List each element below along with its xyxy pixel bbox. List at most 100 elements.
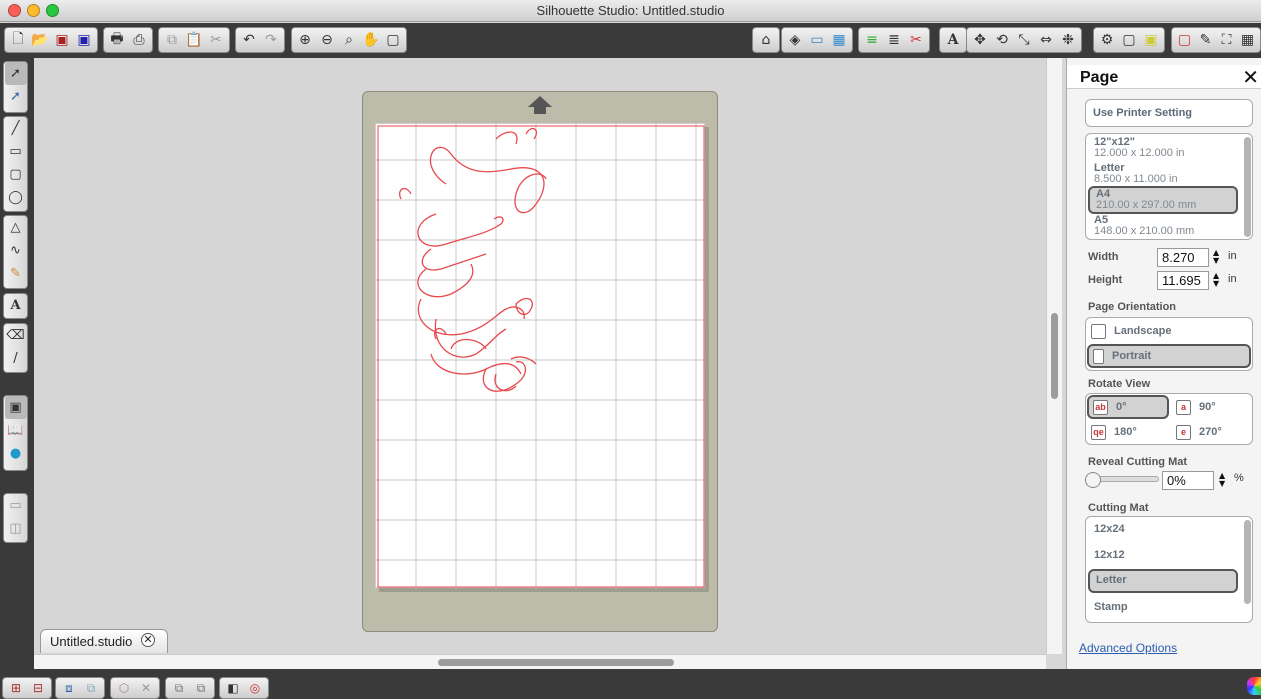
rotate-icon[interactable]: ⟲ xyxy=(991,29,1013,51)
store-icon[interactable]: ⌂ xyxy=(755,29,777,51)
reveal-mat-slider-thumb[interactable] xyxy=(1085,472,1101,488)
zoom-in-icon[interactable]: ⊕ xyxy=(294,29,316,51)
save-icon[interactable]: ▣ xyxy=(51,29,73,51)
text-tool-icon[interactable]: A xyxy=(5,294,27,317)
color-wheel-icon[interactable] xyxy=(1247,677,1261,695)
group-icon[interactable]: ⊞ xyxy=(5,678,27,698)
rotate-90-option[interactable]: a 90° xyxy=(1172,395,1252,419)
ellipse-tool-icon[interactable]: ◯ xyxy=(5,186,27,209)
zoom-out-icon[interactable]: ⊖ xyxy=(316,29,338,51)
close-tab-icon[interactable]: ✕ xyxy=(141,633,155,647)
cutting-mat-item-selected[interactable]: Letter xyxy=(1088,569,1238,593)
select-arrow-icon[interactable]: ➚ xyxy=(4,62,27,85)
flourish-design[interactable] xyxy=(399,127,547,392)
cutting-mat-item[interactable]: 12x12 xyxy=(1088,547,1238,564)
online-store-icon[interactable]: ● xyxy=(5,442,27,465)
page-size-item-selected[interactable]: A4 210.00 x 297.00 mm xyxy=(1088,186,1238,214)
delete-icon[interactable]: ✕ xyxy=(135,678,157,698)
cutting-mat-scrollbar[interactable] xyxy=(1244,520,1251,604)
page-size-item[interactable]: 12"x12" 12.000 x 12.000 in xyxy=(1088,136,1238,160)
cutting-mat-item[interactable]: Stamp xyxy=(1088,599,1238,616)
rectangle-tool-icon[interactable]: ▭ xyxy=(5,140,27,163)
rotate-180-option[interactable]: qe 180° xyxy=(1087,420,1169,444)
save-to-library-icon[interactable]: ▣ xyxy=(73,29,95,51)
landscape-option[interactable]: Landscape xyxy=(1087,319,1251,343)
fill-pattern-icon[interactable]: ▦ xyxy=(828,29,850,51)
text-style-icon[interactable]: A xyxy=(942,29,964,51)
curve-tool-icon[interactable]: ∿ xyxy=(5,239,27,262)
rotate-270-option[interactable]: e 270° xyxy=(1172,420,1252,444)
scale-icon[interactable]: ⤡ xyxy=(1013,29,1035,51)
design-canvas[interactable] xyxy=(34,58,1046,653)
release-compound-icon[interactable]: ⧉ xyxy=(80,678,102,698)
move-icon[interactable]: ✥ xyxy=(969,29,991,51)
width-field[interactable]: 8.270 xyxy=(1157,248,1209,267)
height-field[interactable]: 11.695 xyxy=(1157,271,1209,290)
fullscreen-icon[interactable]: ⛶ xyxy=(1216,29,1237,51)
cut-style-icon[interactable]: ✂ xyxy=(905,29,927,51)
line-tool-icon[interactable]: ╱ xyxy=(5,117,27,140)
bring-to-front-icon[interactable]: ⧉ xyxy=(168,678,190,698)
zoom-select-icon[interactable]: ⌕ xyxy=(338,29,360,51)
line-style-icon[interactable]: ≣ xyxy=(883,29,905,51)
advanced-options-link[interactable]: Advanced Options xyxy=(1079,641,1177,655)
panel-close-icon[interactable]: ✕ xyxy=(1242,65,1259,89)
offset-target-icon[interactable]: ◎ xyxy=(244,678,266,698)
eraser-tool-icon[interactable]: ⌫ xyxy=(5,324,27,347)
minimize-window-button[interactable] xyxy=(27,4,40,17)
line-color-icon[interactable]: ≡ xyxy=(861,29,883,51)
canvas-horizontal-scrollbar[interactable] xyxy=(34,654,1046,669)
fill-color-icon[interactable]: ◈ xyxy=(784,29,806,51)
make-compound-icon[interactable]: ⧈ xyxy=(58,678,80,698)
ungroup-icon[interactable]: ⊟ xyxy=(27,678,49,698)
edit-points-icon[interactable]: ➚ xyxy=(5,85,27,108)
page-size-item[interactable]: A5 148.00 x 210.00 mm xyxy=(1088,214,1238,238)
cutting-mat-item[interactable]: 12x24 xyxy=(1088,521,1238,538)
new-document-icon[interactable]: 🗋 xyxy=(7,29,29,51)
horizontal-scroll-thumb[interactable] xyxy=(438,659,674,666)
page-settings-icon[interactable]: ⚙ xyxy=(1096,29,1118,51)
send-to-back-icon[interactable]: ⧉ xyxy=(190,678,212,698)
design-area-icon[interactable]: ▣ xyxy=(4,396,27,419)
split-view-icon[interactable]: ◫ xyxy=(5,517,27,540)
use-printer-setting-button[interactable]: Use Printer Setting xyxy=(1085,99,1253,127)
paste-icon[interactable]: 📋 xyxy=(183,29,205,51)
canvas-vertical-scrollbar[interactable] xyxy=(1046,58,1062,654)
replicate-icon[interactable]: ❉ xyxy=(1057,29,1079,51)
page-size-list[interactable]: 12"x12" 12.000 x 12.000 in Letter 8.500 x … xyxy=(1085,133,1253,240)
portrait-option-selected[interactable]: Portrait xyxy=(1087,344,1251,368)
width-stepper[interactable]: ▲ ▼ xyxy=(1213,249,1219,265)
page-size-scrollbar[interactable] xyxy=(1244,137,1251,237)
fit-to-page-icon[interactable]: ▢ xyxy=(382,29,404,51)
open-folder-icon[interactable]: 📂 xyxy=(29,29,51,51)
rounded-rectangle-tool-icon[interactable]: ▢ xyxy=(5,163,27,186)
mirror-icon[interactable]: ⇔ xyxy=(1035,29,1057,51)
close-window-button[interactable] xyxy=(8,4,21,17)
copy-icon[interactable]: ⧉ xyxy=(161,29,183,51)
reveal-mat-stepper[interactable]: ▲ ▼ xyxy=(1219,472,1225,488)
cut-icon[interactable]: ✂ xyxy=(205,29,227,51)
fill-gradient-icon[interactable]: ▭ xyxy=(806,29,828,51)
reveal-mat-field[interactable]: 0% xyxy=(1162,471,1214,490)
freehand-tool-icon[interactable]: ✎ xyxy=(5,262,27,285)
send-to-cutter-icon[interactable]: ⎙ xyxy=(128,29,150,51)
offset-icon[interactable]: ▢ xyxy=(1174,29,1195,51)
single-view-icon[interactable]: ▭ xyxy=(5,494,27,517)
zoom-window-button[interactable] xyxy=(46,4,59,17)
undo-icon[interactable]: ↶ xyxy=(238,29,260,51)
weld-icon[interactable]: ⬡ xyxy=(113,678,135,698)
grid-settings-icon[interactable]: ▢ xyxy=(1118,29,1140,51)
document-tab[interactable]: Untitled.studio ✕ xyxy=(40,629,168,653)
library-icon[interactable]: 📖 xyxy=(5,419,27,442)
sketch-icon[interactable]: ✎ xyxy=(1195,29,1216,51)
height-stepper[interactable]: ▲ ▼ xyxy=(1213,272,1219,288)
page-area[interactable] xyxy=(375,123,706,589)
polygon-tool-icon[interactable]: △ xyxy=(5,216,27,239)
page-size-item[interactable]: Letter 8.500 x 11.000 in xyxy=(1088,162,1238,186)
redo-icon[interactable]: ↷ xyxy=(260,29,282,51)
rotate-0-option-selected[interactable]: ab 0° xyxy=(1087,395,1169,419)
pan-icon[interactable]: ✋ xyxy=(360,29,382,51)
modify-icon[interactable]: ◧ xyxy=(222,678,244,698)
cutting-mat-list[interactable]: 12x24 12x12 Letter Stamp xyxy=(1085,516,1253,623)
trace-icon[interactable]: ▦ xyxy=(1237,29,1258,51)
